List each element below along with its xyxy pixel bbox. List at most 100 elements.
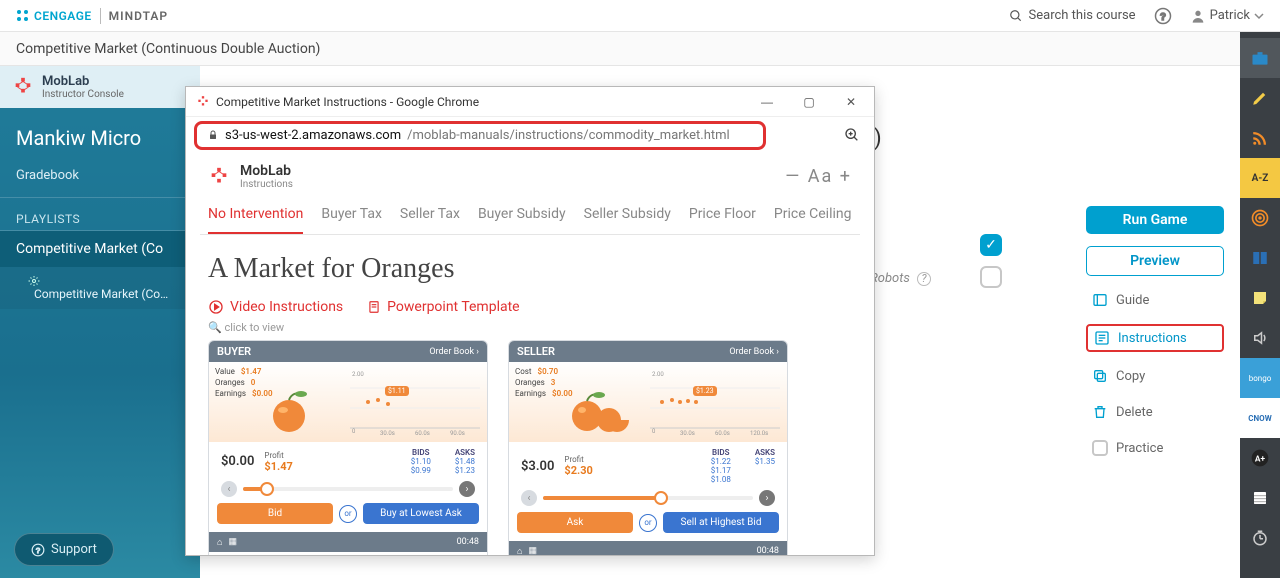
clock-icon[interactable]	[1240, 518, 1280, 558]
document-area: MobLab Instructions — Aa + No Interventi…	[186, 153, 874, 555]
gear-icon	[28, 275, 184, 287]
target-icon[interactable]	[1240, 198, 1280, 238]
briefcase-icon[interactable]	[1240, 38, 1280, 78]
buyer-price: $0.00	[221, 454, 254, 469]
seller-kv: Cost $0.70 Oranges 3 Earnings $0.00	[515, 366, 573, 399]
moblab-icon	[208, 166, 230, 188]
sticky-note-icon[interactable]	[1240, 278, 1280, 318]
orange-icon	[265, 384, 325, 434]
tab-seller-subsidy[interactable]: Seller Subsidy	[584, 200, 671, 234]
grid-icon: ▦	[528, 546, 537, 555]
moblab-icon	[12, 76, 34, 98]
instructions-link[interactable]: Instructions	[1086, 324, 1224, 352]
seller-profit: Profit$2.30	[564, 455, 592, 477]
grid-icon: ▦	[228, 537, 237, 547]
window-title: Competitive Market Instructions - Google…	[216, 95, 479, 109]
svg-text:?: ?	[1160, 11, 1166, 22]
window-title-bar[interactable]: Competitive Market Instructions - Google…	[186, 87, 874, 117]
sidebar-item-competitive-market[interactable]: Competitive Market (Co	[0, 231, 200, 267]
tab-price-ceiling[interactable]: Price Ceiling	[774, 200, 852, 234]
practice-toggle[interactable]: Practice	[1086, 436, 1224, 460]
tab-buyer-tax[interactable]: Buyer Tax	[321, 200, 381, 234]
svg-text:60.0s: 60.0s	[415, 430, 430, 436]
heading-fragment: )	[874, 126, 882, 151]
copy-link[interactable]: Copy	[1086, 364, 1224, 388]
buyer-time: 00:48	[457, 537, 479, 547]
slider-prev-icon: ‹	[521, 490, 537, 506]
sidebar-app-sub: Instructor Console	[42, 89, 124, 100]
seller-price-bubble: $1.23	[693, 386, 717, 396]
buyer-order-books: BIDS$1.10$0.99 ASKS$1.48$1.23	[411, 448, 475, 475]
buyer-card[interactable]: BUYEROrder Book › Value $1.47 Oranges 0 …	[208, 340, 488, 555]
window-close-icon[interactable]: ✕	[838, 95, 864, 109]
user-menu[interactable]: Patrick	[1190, 8, 1264, 24]
sidebar-course-title[interactable]: Mankiw Micro	[0, 108, 200, 156]
tab-price-floor[interactable]: Price Floor	[689, 200, 756, 234]
click-to-view-hint: 🔍 click to view	[200, 321, 860, 340]
user-icon	[1190, 8, 1206, 24]
highlighter-icon[interactable]	[1240, 78, 1280, 118]
buyer-profit: Profit$1.47	[264, 451, 292, 473]
lock-icon	[207, 129, 219, 141]
a-z-icon[interactable]: A-Z	[1240, 158, 1280, 198]
bid-button: Bid	[217, 503, 333, 524]
search-placeholder: Search this course	[1029, 8, 1136, 23]
robots-help-icon[interactable]: ?	[917, 272, 931, 286]
copy-icon	[1092, 368, 1108, 384]
run-game-button[interactable]: Run Game	[1086, 206, 1224, 234]
or-divider: or	[639, 514, 657, 532]
or-divider: or	[339, 505, 357, 523]
sidebar-subitem-competitive-market[interactable]: Competitive Market (Co…	[0, 267, 200, 309]
seller-time: 00:48	[757, 546, 779, 555]
ppt-template-link[interactable]: Powerpoint Template	[367, 299, 519, 315]
svg-text:60.0s: 60.0s	[715, 430, 730, 436]
video-instructions-link[interactable]: Video Instructions	[208, 299, 343, 315]
left-sidebar: MobLab Instructor Console Mankiw Micro G…	[0, 66, 200, 578]
tab-seller-tax[interactable]: Seller Tax	[400, 200, 460, 234]
sidebar-app-header: MobLab Instructor Console	[0, 66, 200, 108]
chrome-popup-window: Competitive Market Instructions - Google…	[185, 86, 875, 556]
window-minimize-icon[interactable]: —	[754, 95, 780, 109]
book-icon[interactable]	[1240, 238, 1280, 278]
seller-card[interactable]: SELLEROrder Book › Cost $0.70 Oranges 3 …	[508, 340, 788, 555]
sell-highest-bid-button: Sell at Highest Bid	[663, 512, 779, 533]
svg-text:90.0s: 90.0s	[450, 430, 465, 436]
checkbox-option1[interactable]	[980, 234, 1002, 256]
zoom-icon[interactable]	[844, 127, 860, 143]
tab-buyer-subsidy[interactable]: Buyer Subsidy	[478, 200, 566, 234]
seller-order-books: BIDS$1.22$1.17$1.08 ASKS$1.35	[711, 448, 775, 484]
url-input[interactable]: s3-us-west-2.amazonaws.com/moblab-manual…	[194, 121, 766, 150]
aplus-icon[interactable]: A+	[1240, 438, 1280, 478]
font-size-control[interactable]: — Aa +	[785, 166, 852, 187]
subheader-title: Competitive Market (Continuous Double Au…	[16, 41, 320, 57]
trash-icon	[1092, 404, 1108, 420]
sidebar-gradebook[interactable]: Gradebook	[0, 156, 200, 198]
home-icon: ⌂	[217, 537, 222, 548]
search-course[interactable]: Search this course	[1009, 8, 1136, 23]
svg-text:2.00: 2.00	[652, 371, 664, 378]
cnow-icon[interactable]: CNOW	[1240, 398, 1280, 438]
rss-icon[interactable]	[1240, 118, 1280, 158]
play-circle-icon	[208, 299, 224, 315]
brand-cengage: CENGAGE	[16, 9, 92, 23]
checkbox-robots[interactable]	[980, 266, 1002, 288]
delete-link[interactable]: Delete	[1086, 400, 1224, 424]
help-button[interactable]: ?	[1154, 7, 1172, 25]
window-maximize-icon[interactable]: ▢	[796, 95, 822, 109]
bongo-icon[interactable]: bongo	[1240, 358, 1280, 398]
guide-link[interactable]: Guide	[1086, 288, 1224, 312]
buyer-kv: Value $1.47 Oranges 0 Earnings $0.00	[215, 366, 273, 399]
preview-button[interactable]: Preview	[1086, 246, 1224, 276]
svg-text:?: ?	[36, 545, 40, 554]
moblab-favicon	[196, 95, 210, 109]
support-button[interactable]: ? Support	[14, 533, 114, 566]
svg-text:120.0s: 120.0s	[750, 430, 768, 436]
speak-icon[interactable]	[1240, 318, 1280, 358]
buyer-head: BUYER	[217, 345, 251, 358]
seller-slider: ‹ ›	[517, 490, 779, 506]
robots-label: Robots ?	[870, 271, 931, 286]
practice-checkbox[interactable]	[1092, 440, 1108, 456]
tab-no-intervention[interactable]: No Intervention	[208, 200, 303, 234]
chevron-down-icon	[1254, 11, 1264, 21]
notes-icon[interactable]	[1240, 478, 1280, 518]
